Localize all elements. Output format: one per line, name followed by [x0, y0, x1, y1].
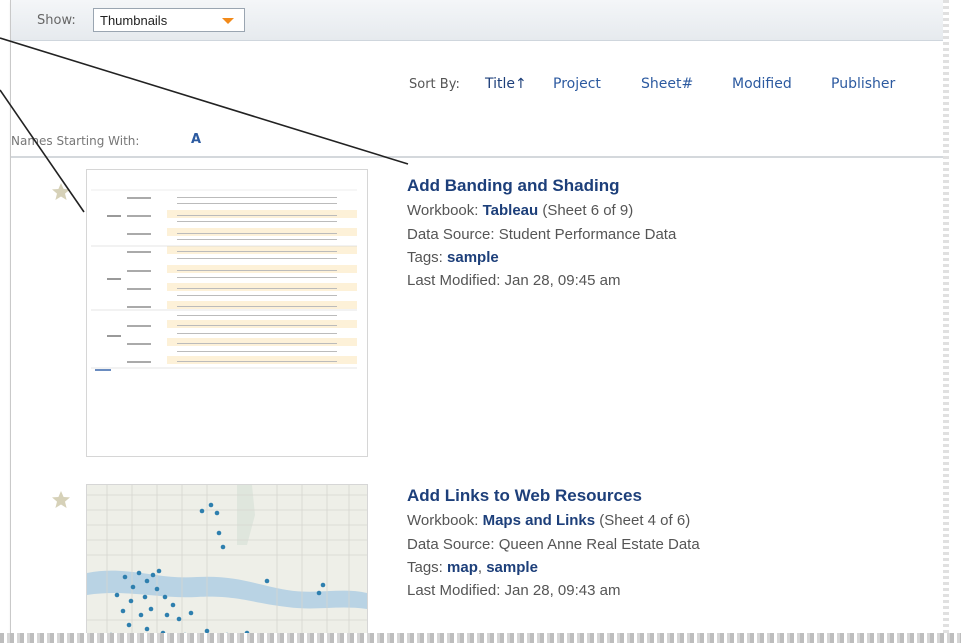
tags-label: Tags: [407, 249, 443, 266]
workbook-label: Workbook: [407, 512, 479, 529]
torn-edge-bottom [0, 633, 961, 643]
sort-publisher[interactable]: Publisher [831, 76, 895, 92]
sort-sheet[interactable]: Sheet# [641, 76, 693, 92]
tag-link[interactable]: sample [447, 249, 499, 266]
thumbnail-banding[interactable] [86, 169, 368, 457]
names-letter-a[interactable]: A [191, 132, 201, 147]
tag-link[interactable]: map [447, 559, 478, 576]
result-modified: Last Modified: Jan 28, 09:45 am [407, 272, 621, 289]
tag-link[interactable]: sample [486, 559, 538, 576]
tags-label: Tags: [407, 559, 443, 576]
result-datasource: Data Source: Queen Anne Real Estate Data [407, 536, 700, 553]
sort-modified[interactable]: Modified [732, 76, 792, 92]
star-icon[interactable] [51, 490, 71, 510]
workbook-label: Workbook: [407, 202, 479, 219]
sort-label: Sort By: [409, 77, 460, 92]
sort-title[interactable]: Title↑ [485, 76, 527, 92]
star-icon[interactable] [51, 182, 71, 202]
torn-edge-right [943, 0, 949, 640]
result-modified: Last Modified: Jan 28, 09:43 am [407, 582, 621, 599]
result-datasource: Data Source: Student Performance Data [407, 226, 677, 243]
show-dropdown[interactable]: Thumbnails [93, 8, 245, 32]
names-starting-label: Names Starting With: [11, 134, 140, 148]
workbook-link[interactable]: Tableau [483, 202, 539, 219]
result-tags-row: Tags: map, sample [407, 559, 538, 576]
sort-project[interactable]: Project [553, 76, 601, 92]
sort-ascending-icon: ↑ [515, 76, 527, 92]
result-workbook-row: Workbook: Tableau (Sheet 6 of 9) [407, 202, 633, 219]
sort-title-label: Title [485, 76, 516, 92]
result-title-links[interactable]: Add Links to Web Resources [407, 486, 642, 506]
sheet-info: (Sheet 6 of 9) [542, 202, 634, 219]
sheet-info: (Sheet 4 of 6) [599, 512, 691, 529]
thumbnail-map[interactable] [86, 484, 368, 633]
result-title-banding[interactable]: Add Banding and Shading [407, 176, 619, 196]
show-label: Show: [37, 13, 76, 28]
workbook-link[interactable]: Maps and Links [483, 512, 596, 529]
dropdown-caret-icon [222, 18, 234, 24]
toolbar: Show: Thumbnails [11, 0, 944, 41]
divider [11, 156, 944, 158]
show-dropdown-value: Thumbnails [100, 13, 168, 28]
views-panel: Show: Thumbnails Sort By: Title↑ Project… [10, 0, 944, 633]
result-workbook-row: Workbook: Maps and Links (Sheet 4 of 6) [407, 512, 690, 529]
result-tags-row: Tags: sample [407, 249, 499, 266]
